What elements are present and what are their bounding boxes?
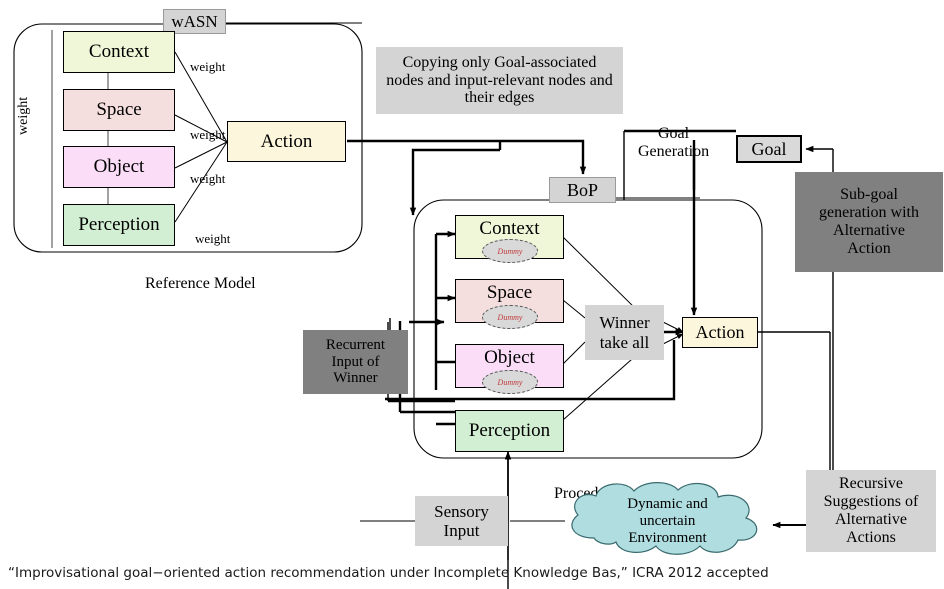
proc-node-object-label: Object — [484, 347, 535, 368]
ref-node-perception: Perception — [63, 204, 175, 246]
bop-label: BoP — [566, 179, 599, 200]
ref-weight-label-3: weight — [190, 171, 226, 186]
ref-node-perception-label: Perception — [78, 214, 160, 236]
ref-node-space: Space — [63, 89, 175, 131]
ref-node-space-label: Space — [96, 99, 142, 121]
recursive-suggestions-node: Recursive Suggestions of Alternative Act… — [806, 470, 936, 552]
proc-object-dummy-oval: Dummy — [482, 370, 538, 394]
ref-weight-label-2: weight — [190, 127, 226, 142]
ref-weight-label-1: weight — [190, 59, 226, 74]
diagram-canvas: wASN weight Context Space Object Percept… — [0, 0, 944, 589]
ref-weight-label-4: weight — [195, 231, 231, 246]
copying-annotation: Copying only Goal-associated nodes and i… — [376, 47, 623, 114]
ref-node-object: Object — [63, 146, 175, 188]
proc-action-node: Action — [682, 317, 758, 348]
proc-context-dummy-label: Dummy — [497, 246, 523, 256]
wasn-badge-label: wASN — [171, 11, 218, 31]
ref-node-context: Context — [63, 31, 175, 73]
recursive-suggestions-label: Recursive Suggestions of Alternative Act… — [823, 475, 919, 546]
subgoal-generation-node: Sub-goal generation with Alternative Act… — [795, 172, 943, 272]
proc-object-dummy-label: Dummy — [497, 377, 523, 387]
proc-node-context-label: Context — [479, 218, 540, 239]
environment-label-wrap: Dynamic and uncertain Environment — [585, 494, 750, 549]
winner-take-all-node: Winner take all — [585, 305, 664, 360]
ref-action-label: Action — [260, 130, 313, 152]
proc-node-perception: Perception — [455, 410, 564, 452]
copying-annotation-text: Copying only Goal-associated nodes and i… — [386, 53, 613, 107]
proc-node-perception-label: Perception — [468, 420, 551, 442]
winner-take-all-label: Winner take all — [599, 313, 650, 352]
bop-node: BoP — [549, 177, 616, 203]
figure-caption: “Improvisational goal−oriented action re… — [8, 565, 769, 581]
recurrent-input-node: Recurrent Input of Winner — [303, 330, 408, 394]
reference-weight-axis-label: weight — [16, 96, 31, 135]
proc-node-space-label: Space — [486, 282, 533, 303]
ref-node-context-label: Context — [88, 41, 150, 63]
proc-action-label: Action — [695, 322, 745, 343]
goal-node: Goal — [736, 135, 802, 163]
proc-space-dummy-oval: Dummy — [482, 305, 538, 329]
reference-model-caption: Reference Model — [145, 275, 256, 292]
recurrent-input-label: Recurrent Input of Winner — [325, 336, 386, 387]
ref-action-node: Action — [227, 121, 346, 162]
goal-generation-label: Goal Generation — [638, 124, 710, 160]
subgoal-generation-label: Sub-goal generation with Alternative Act… — [819, 186, 919, 257]
sensory-input-node: Sensory Input — [415, 496, 508, 546]
goal-label: Goal — [751, 138, 787, 159]
environment-label: Dynamic and uncertain Environment — [627, 496, 708, 546]
ref-node-object-label: Object — [93, 156, 145, 178]
sensory-input-label: Sensory Input — [434, 501, 489, 540]
proc-context-dummy-oval: Dummy — [482, 239, 538, 263]
proc-space-dummy-label: Dummy — [497, 312, 523, 322]
